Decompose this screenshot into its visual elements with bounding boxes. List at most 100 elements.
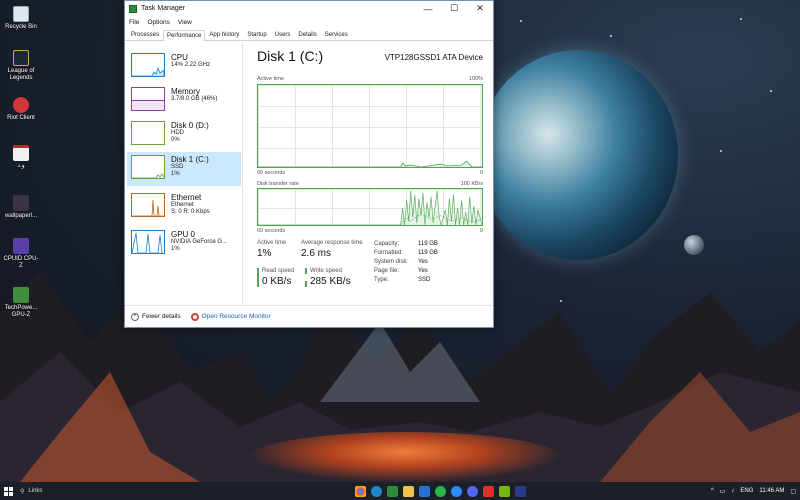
menu-file[interactable]: File [129, 19, 139, 26]
task-manager-taskbar-icon[interactable] [387, 485, 398, 497]
network-icon[interactable]: ▭ [720, 488, 726, 495]
window-footer: ^ Fewer details Open Resource Monitor [125, 305, 493, 327]
resource-disk0[interactable]: Disk 0 (D:) HDD 0% [127, 118, 241, 152]
prop-key: System disk: [374, 259, 409, 265]
resource-cpu[interactable]: CPU 14% 2.22 GHz [127, 50, 241, 84]
stat-value: 1% [257, 248, 272, 259]
desktop-icon-label: و.د [17, 163, 25, 169]
prop-key: Page file: [374, 268, 400, 274]
resource-sub: 3.7/8.0 GB (46%) [171, 96, 218, 102]
notification-icon[interactable]: ▢ [790, 488, 796, 495]
taskbar-apps [355, 485, 526, 497]
start-button[interactable] [0, 482, 16, 500]
chevron-up-icon[interactable]: ^ [711, 488, 714, 494]
resource-name: Ethernet [171, 193, 202, 202]
tab-app-history[interactable]: App history [205, 29, 243, 40]
graph2-xright: 0 [479, 228, 483, 234]
fewer-details-label: Fewer details [142, 313, 181, 320]
desktop-icon-label: League of Legends [7, 68, 35, 81]
resource-memory[interactable]: Memory 3.7/8.0 GB (46%) [127, 84, 241, 118]
disk1-thumbnail [131, 155, 165, 179]
resource-name: Disk 0 (D:) [171, 121, 209, 130]
graph1-max: 100% [468, 76, 483, 82]
maximize-button[interactable]: ☐ [441, 1, 467, 16]
whatsapp-icon[interactable] [435, 485, 446, 497]
tab-processes[interactable]: Processes [127, 29, 163, 40]
stat-response-time: Average response time 2.6 ms [301, 240, 363, 259]
ethernet-thumbnail [131, 193, 165, 217]
taskbar-search[interactable]: ⚲ Links [20, 488, 140, 495]
resource-name: Disk 1 (C:) [171, 155, 209, 164]
stat-label: Read speed [262, 268, 295, 274]
disk-properties: Capacity: 119 GB Formatted: 119 GB System … [374, 240, 438, 285]
tab-details[interactable]: Details [294, 29, 320, 40]
search-text: Links [28, 488, 43, 494]
stat-label: Active time [257, 240, 287, 246]
store-icon[interactable] [419, 485, 430, 497]
graph2-label: Disk transfer rate [257, 181, 299, 187]
language-indicator[interactable]: ENG [740, 488, 753, 494]
desktop-icon-gpuz[interactable]: TechPowe... GPU-Z [2, 287, 40, 319]
desktop-icon-wallpaper[interactable]: wallpaperl... [2, 195, 40, 220]
riot-client-icon [13, 97, 29, 113]
resource-sub: 1% [171, 171, 180, 177]
desktop-icon-label: wallpaperl... [4, 213, 37, 219]
desktop-icon-cpuz[interactable]: CPUID CPU-Z [2, 238, 40, 270]
zoom-icon[interactable] [451, 485, 462, 497]
discord-icon[interactable] [467, 485, 478, 497]
nvidia-icon[interactable] [499, 485, 510, 497]
prop-key: Capacity: [374, 241, 400, 247]
youtube-icon[interactable] [483, 485, 494, 497]
disk-detail-panel: Disk 1 (C:) VTP128GSSD1 ATA Device Activ… [257, 42, 483, 305]
tab-bar: Processes Performance App history Startu… [125, 28, 493, 41]
task-manager-window: Task Manager — ☐ ✕ File Options View Pro… [124, 0, 494, 328]
desktop-icon-label: CPUID CPU-Z [3, 256, 39, 269]
glowing-lake [250, 432, 560, 482]
detail-model: VTP128GSSD1 ATA Device [384, 53, 483, 62]
desktop-icon-league[interactable]: League of Legends [2, 50, 40, 82]
stat-value: 2.6 ms [301, 248, 332, 259]
stat-read-speed: Read speed 0 KB/s [257, 268, 294, 287]
minimize-button[interactable]: — [415, 1, 441, 16]
close-button[interactable]: ✕ [467, 1, 493, 16]
resource-monitor-icon [190, 312, 199, 321]
desktop-icon-label: TechPowe... GPU-Z [4, 305, 38, 318]
stat-label: Average response time [301, 240, 363, 246]
memory-thumbnail [131, 87, 165, 111]
image-file-icon [13, 195, 29, 211]
resource-sub: 0% [171, 137, 180, 143]
fewer-details-button[interactable]: ^ Fewer details [131, 312, 181, 321]
tab-startup[interactable]: Startup [243, 29, 270, 40]
desktop-icon-riot[interactable]: Riot Client [2, 97, 40, 122]
cpu-thumbnail [131, 53, 165, 77]
volume-icon[interactable]: ♪ [731, 488, 734, 494]
graph1-xleft: 60 seconds [257, 170, 286, 176]
recycle-bin-icon [13, 6, 29, 22]
clock[interactable]: 11:46 AM [759, 488, 784, 494]
cpu-z-icon [13, 238, 29, 254]
menu-view[interactable]: View [178, 19, 192, 26]
tab-performance[interactable]: Performance [163, 30, 206, 41]
desktop-icon-file[interactable]: و.د [2, 145, 40, 170]
edge-icon[interactable] [371, 485, 382, 497]
menu-bar: File Options View [125, 16, 493, 28]
file-explorer-icon[interactable] [403, 485, 414, 497]
stat-write-speed: Write speed 285 KB/s [305, 268, 351, 287]
graph1-label: Active time [257, 76, 284, 82]
resource-ethernet[interactable]: Ethernet Ethernet S: 0 R: 0 Kbps [127, 190, 241, 224]
prop-value: SSD [418, 277, 431, 283]
tab-users[interactable]: Users [271, 29, 295, 40]
tab-services[interactable]: Services [321, 29, 352, 40]
open-resource-monitor-link[interactable]: Open Resource Monitor [190, 312, 271, 321]
prop-value: 119 GB [418, 241, 438, 247]
resource-gpu[interactable]: GPU 0 NVIDIA GeForce G... 1% [127, 227, 241, 261]
taskbar: ⚲ Links ^ ▭ ♪ ENG 11:46 AM ▢ [0, 482, 800, 500]
resource-disk1[interactable]: Disk 1 (C:) SSD 1% [127, 152, 241, 186]
resource-name: Memory [171, 87, 200, 96]
title-bar[interactable]: Task Manager — ☐ ✕ [125, 1, 493, 16]
chrome-icon[interactable] [355, 485, 366, 497]
app-icon[interactable] [515, 485, 526, 497]
desktop-icon-recycle-bin[interactable]: Recycle Bin [2, 6, 40, 31]
graph2-xleft: 60 seconds [257, 228, 286, 234]
menu-options[interactable]: Options [147, 19, 169, 26]
